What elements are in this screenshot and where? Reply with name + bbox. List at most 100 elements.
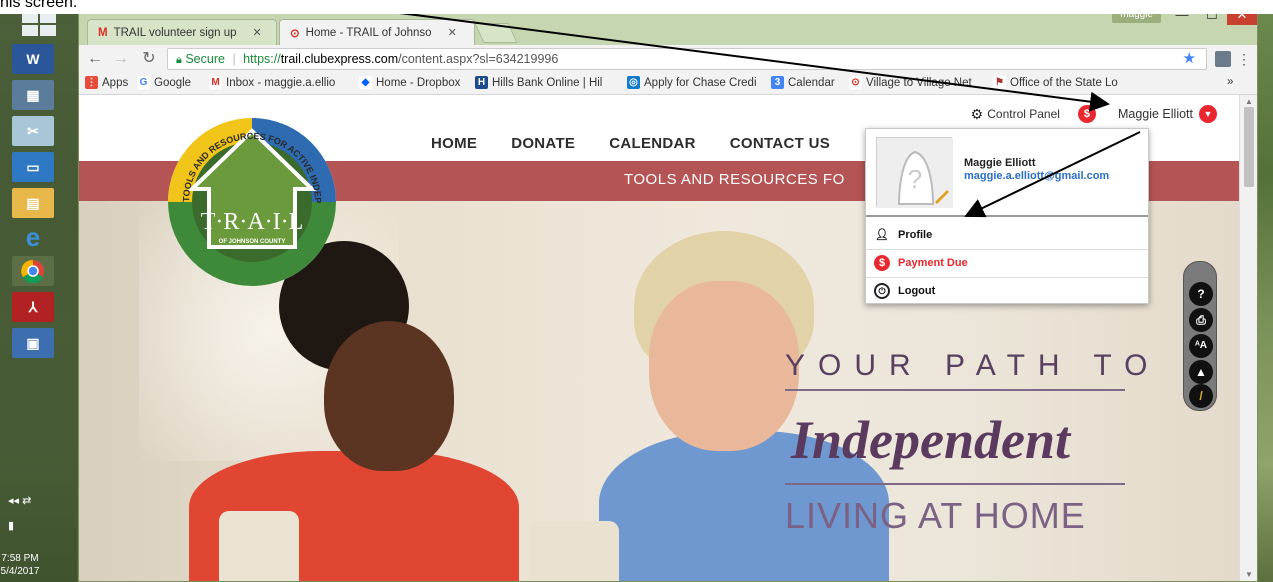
- bookmark-label: Apply for Chase Credi: [644, 76, 757, 89]
- google-icon: G: [137, 76, 150, 89]
- apps-grid-icon: ⋮: [85, 76, 98, 89]
- url-host: trail.clubexpress.com: [280, 52, 399, 66]
- close-icon[interactable]: ✕: [448, 26, 457, 39]
- logo-wordmark: T·R·A·I·L: [201, 209, 304, 235]
- nav-calendar[interactable]: CALENDAR: [609, 135, 696, 152]
- bookmark-star-icon[interactable]: ★: [1183, 49, 1196, 69]
- bookmark-inbox[interactable]: M Inbox - maggie.a.ellio: [209, 76, 335, 89]
- profile-label: Profile: [898, 229, 933, 241]
- clock-date: 5/4/2017: [0, 566, 40, 577]
- gmail-icon: M: [98, 26, 108, 39]
- clock[interactable]: 7:58 PM 5/4/2017: [0, 552, 40, 578]
- system-tray[interactable]: ◂◂ ⇄ ▮: [8, 494, 31, 532]
- bookmark-label: Apps: [102, 76, 129, 89]
- village-icon: ⊙: [849, 76, 862, 89]
- highlight-icon[interactable]: /: [1189, 384, 1213, 408]
- trail-logo[interactable]: TOOLS AND RESOURCES FOR ACTIVE INDEPENDE…: [167, 117, 337, 287]
- logout-label: Logout: [898, 285, 936, 297]
- bookmark-google[interactable]: G Google: [137, 76, 191, 89]
- address-bar[interactable]: 🔒︎ Secure | https://trail.clubexpress.co…: [167, 48, 1207, 70]
- text-size-icon[interactable]: ᴬA: [1189, 334, 1213, 358]
- bookmark-label: Calendar: [788, 76, 835, 89]
- payment-due-menu-item[interactable]: $ Payment Due: [874, 255, 968, 271]
- forward-icon[interactable]: →: [111, 49, 131, 69]
- bookmark-label: Google: [154, 76, 192, 89]
- trail-icon: ⊙: [290, 27, 300, 40]
- bookmarks-more[interactable]: »: [1227, 76, 1233, 88]
- bookmark-label: Hills Bank Online | Hil: [492, 76, 603, 89]
- bookmarks-bar: ⋮ Apps G Google M Inbox - maggie.a.ellio ◆ H…: [79, 73, 1257, 95]
- browser-toolbar: ← → ↻ 🔒︎ Secure | https://trail.clubexpr…: [79, 45, 1257, 73]
- webpage: YOUR PATH TO Independent LIVING AT HOME …: [79, 95, 1239, 581]
- scroll-down-icon[interactable]: ▼: [1245, 570, 1253, 579]
- nav-donate[interactable]: DONATE: [511, 135, 575, 152]
- person-icon: 👤︎: [875, 229, 889, 241]
- profile-menu-item[interactable]: 👤︎ Profile: [874, 227, 932, 243]
- dropbox-icon: ◆: [359, 76, 372, 89]
- page-scrollbar[interactable]: ▲ ▼: [1239, 95, 1257, 581]
- bookmark-label: Office of the State Lo: [1010, 76, 1118, 89]
- bookmark-label: Village to Village Net: [866, 76, 972, 89]
- nav-home[interactable]: HOME: [431, 135, 477, 152]
- snipping-tool-icon[interactable]: ✂: [12, 116, 54, 146]
- nav-contact-us[interactable]: CONTACT US: [730, 135, 830, 152]
- extension-icon[interactable]: [1215, 51, 1231, 67]
- word-icon[interactable]: W: [12, 44, 54, 74]
- bookmark-chase[interactable]: ◎ Apply for Chase Credi: [627, 76, 757, 89]
- photos-icon[interactable]: ▣: [12, 328, 54, 358]
- hero-line-2: Independent: [791, 410, 1071, 470]
- tagline-text: TOOLS AND RESOURCES FO: [624, 171, 845, 188]
- control-panel-link[interactable]: ⚙ Control Panel: [971, 106, 1060, 123]
- url-path: /content.aspx?sl=634219996: [398, 52, 559, 66]
- partial-instruction-text: his screen.: [0, 0, 78, 11]
- bookmark-label: Home - Dropbox: [376, 76, 461, 89]
- logout-menu-item[interactable]: ⏻ Logout: [874, 283, 935, 299]
- navigate-icon[interactable]: ▲: [1189, 360, 1213, 384]
- acrobat-icon[interactable]: ⅄: [12, 292, 54, 322]
- hero-mug-right: [529, 521, 619, 581]
- avatar[interactable]: ?: [876, 137, 953, 208]
- hero-woman-left-face: [324, 321, 454, 471]
- scroll-up-icon[interactable]: ▲: [1245, 97, 1253, 106]
- user-menu-caret-icon[interactable]: ▼: [1199, 105, 1217, 123]
- back-icon[interactable]: ←: [85, 49, 105, 69]
- calendar-icon: 3: [771, 76, 784, 89]
- internet-explorer-icon[interactable]: e: [12, 222, 54, 252]
- payment-badge-icon[interactable]: $: [1077, 105, 1096, 123]
- new-tab-button[interactable]: [474, 23, 518, 43]
- clock-time: 7:58 PM: [1, 553, 39, 564]
- control-panel-label: Control Panel: [987, 107, 1060, 121]
- file-explorer-icon[interactable]: ▤: [12, 188, 54, 218]
- reload-icon[interactable]: ↻: [139, 49, 159, 69]
- bookmark-apps[interactable]: ⋮ Apps: [85, 76, 128, 89]
- gmail-icon: M: [209, 76, 222, 89]
- tab-trail-signup[interactable]: M TRAIL volunteer sign up ✕: [87, 19, 277, 45]
- logo-subtitle: OF JOHNSON COUNTY: [219, 239, 286, 245]
- menu-kebab-icon[interactable]: ⋮: [1237, 51, 1251, 67]
- bookmark-village[interactable]: ⊙ Village to Village Net: [849, 76, 972, 89]
- bookmark-calendar[interactable]: 3 Calendar: [771, 76, 835, 89]
- user-dropdown: ? Maggie Elliott maggie.a.elliott@gmail.…: [865, 128, 1149, 304]
- bookmark-office-state[interactable]: ⚑ Office of the State Lo: [993, 76, 1118, 89]
- calculator-icon[interactable]: ▦: [12, 80, 54, 110]
- dropdown-user-email[interactable]: maggie.a.elliott@gmail.com: [964, 170, 1109, 182]
- hero-woman-right-face: [649, 281, 799, 451]
- hero-rule-1: [785, 389, 1125, 391]
- computer-icon[interactable]: ▭: [12, 152, 54, 182]
- bank-icon: H: [475, 76, 488, 89]
- address-separator: |: [232, 52, 236, 66]
- tab-label: TRAIL volunteer sign up: [113, 26, 237, 39]
- user-menu-name[interactable]: Maggie Elliott: [1118, 107, 1193, 121]
- close-icon[interactable]: ✕: [253, 26, 262, 39]
- tab-trail-home[interactable]: ⊙ Home - TRAIL of Johnso ✕: [279, 19, 475, 45]
- bookmark-dropbox[interactable]: ◆ Home - Dropbox: [359, 76, 460, 89]
- tab-label: Home - TRAIL of Johnso: [305, 26, 432, 39]
- help-icon[interactable]: ?: [1189, 282, 1213, 306]
- lock-icon: 🔒︎: [176, 54, 182, 66]
- chrome-icon[interactable]: [12, 256, 54, 286]
- dollar-icon: $: [874, 255, 890, 271]
- dropdown-divider: [866, 215, 1148, 217]
- scroll-thumb[interactable]: [1244, 107, 1254, 187]
- bookmark-hills-bank[interactable]: H Hills Bank Online | Hil: [475, 76, 602, 89]
- print-icon[interactable]: ⎙: [1189, 308, 1213, 332]
